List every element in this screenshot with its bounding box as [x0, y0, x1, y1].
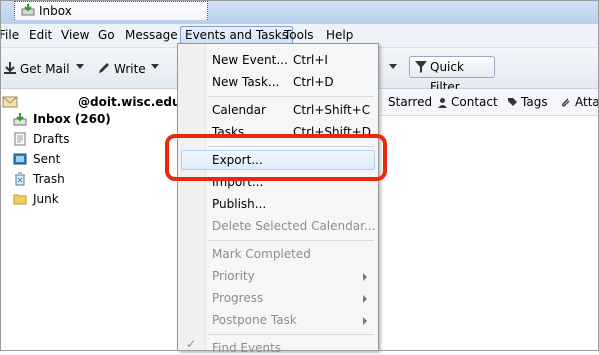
menu-icon-gutter [178, 44, 206, 350]
folder-label: Trash [33, 172, 65, 186]
menu-separator [208, 334, 374, 335]
trash-icon [15, 172, 25, 186]
menu-events-and-tasks[interactable]: Events and Tasks [180, 26, 293, 44]
menuitem-delete-selected-calendar[interactable]: Delete Selected Calendar... [212, 219, 375, 233]
drafts-icon [14, 132, 26, 146]
tab-title: Inbox [39, 4, 72, 18]
account-mail-icon [2, 96, 18, 108]
get-mail-label: Get Mail [20, 62, 70, 76]
attachment-label: Atta [575, 95, 599, 109]
quick-filter-button[interactable]: Quick Filter [409, 56, 495, 94]
folder-pane: @doit.wisc.edu Inbox (260) Drafts Sent T… [0, 89, 181, 351]
folder-label: Junk [33, 192, 59, 206]
menuitem-postpone-task[interactable]: Postpone Task [212, 313, 297, 327]
events-and-tasks-menu: New Event... Ctrl+I New Task... Ctrl+D C… [177, 43, 379, 355]
calendar-label: Calendar [212, 103, 266, 117]
write-button[interactable]: Write [97, 61, 146, 76]
submenu-arrow-icon [363, 273, 367, 281]
menuitem-new-event[interactable]: New Event... Ctrl+I [212, 53, 328, 67]
menu-message[interactable]: Message [125, 28, 178, 42]
tab-strip: Inbox [0, 0, 599, 24]
folder-junk[interactable]: Junk [0, 189, 177, 209]
filter-icon [415, 61, 427, 73]
folder-inbox[interactable]: Inbox (260) [0, 109, 177, 129]
contact-label: Contact [451, 95, 498, 109]
pencil-icon [99, 63, 109, 73]
filter-starred[interactable]: Starred [388, 95, 432, 109]
account-name: @doit.wisc.edu [78, 95, 181, 109]
menu-tools[interactable]: Tools [284, 28, 314, 42]
postpone-label: Postpone Task [212, 313, 297, 327]
folder-drafts[interactable]: Drafts [0, 129, 177, 149]
menuitem-priority[interactable]: Priority [212, 269, 255, 283]
mark-completed-label: Mark Completed [212, 247, 311, 261]
menu-separator [208, 96, 374, 97]
menu-view[interactable]: View [61, 28, 89, 42]
folder-label: Inbox (260) [33, 112, 111, 126]
calendar-shortcut: Ctrl+Shift+C [293, 103, 371, 117]
folder-label: Sent [33, 152, 61, 166]
menuitem-new-task[interactable]: New Task... Ctrl+D [212, 75, 334, 89]
submenu-arrow-icon [363, 317, 367, 325]
get-mail-dropdown-icon[interactable] [76, 64, 84, 69]
paperclip-icon [562, 98, 570, 107]
menu-go[interactable]: Go [98, 28, 115, 42]
folder-trash[interactable]: Trash [0, 169, 177, 189]
tab-inbox[interactable]: Inbox [14, 1, 208, 20]
menuitem-publish[interactable]: Publish... [212, 197, 266, 211]
menuitem-mark-completed[interactable]: Mark Completed [212, 247, 311, 261]
inbox-icon [21, 4, 35, 16]
delete-calendar-label: Delete Selected Calendar... [212, 219, 376, 233]
new-event-shortcut: Ctrl+I [293, 53, 328, 67]
download-icon [4, 62, 16, 74]
submenu-arrow-icon [363, 295, 367, 303]
new-event-label: New Event... [212, 53, 288, 67]
menuitem-find-events[interactable]: Find Events [212, 341, 281, 355]
menu-file[interactable]: File [0, 28, 19, 42]
tag-dropdown-icon[interactable] [389, 64, 397, 69]
starred-label: Starred [388, 95, 433, 109]
annotation-highlight-ring [165, 134, 387, 181]
write-dropdown-icon[interactable] [151, 64, 159, 69]
check-icon: ✓ [186, 337, 197, 351]
new-task-label: New Task... [212, 75, 280, 89]
contact-icon [438, 98, 447, 108]
message-list[interactable] [380, 116, 599, 351]
message-filter-bar: Starred Contact Tags Atta [380, 89, 599, 116]
inbox-icon [13, 113, 27, 126]
folder-sent[interactable]: Sent [0, 149, 177, 169]
menu-separator [208, 240, 374, 241]
filter-contact[interactable]: Contact [437, 95, 498, 109]
menu-edit[interactable]: Edit [29, 28, 52, 42]
find-events-label: Find Events [212, 341, 282, 355]
get-mail-button[interactable]: Get Mail [3, 61, 70, 76]
sent-icon [13, 153, 27, 165]
priority-label: Priority [212, 269, 255, 283]
folder-icon [13, 194, 27, 205]
publish-label: Publish... [212, 197, 267, 211]
filter-attachment[interactable]: Atta [561, 95, 599, 109]
folder-label: Drafts [33, 132, 70, 146]
tags-label: Tags [521, 95, 548, 109]
write-label: Write [114, 62, 146, 76]
menuitem-calendar[interactable]: Calendar Ctrl+Shift+C [212, 103, 370, 117]
tag-icon [508, 98, 517, 106]
menuitem-progress[interactable]: Progress [212, 291, 263, 305]
filter-tags[interactable]: Tags [507, 95, 548, 109]
progress-label: Progress [212, 291, 264, 305]
new-task-shortcut: Ctrl+D [293, 75, 334, 89]
menu-help[interactable]: Help [326, 28, 353, 42]
